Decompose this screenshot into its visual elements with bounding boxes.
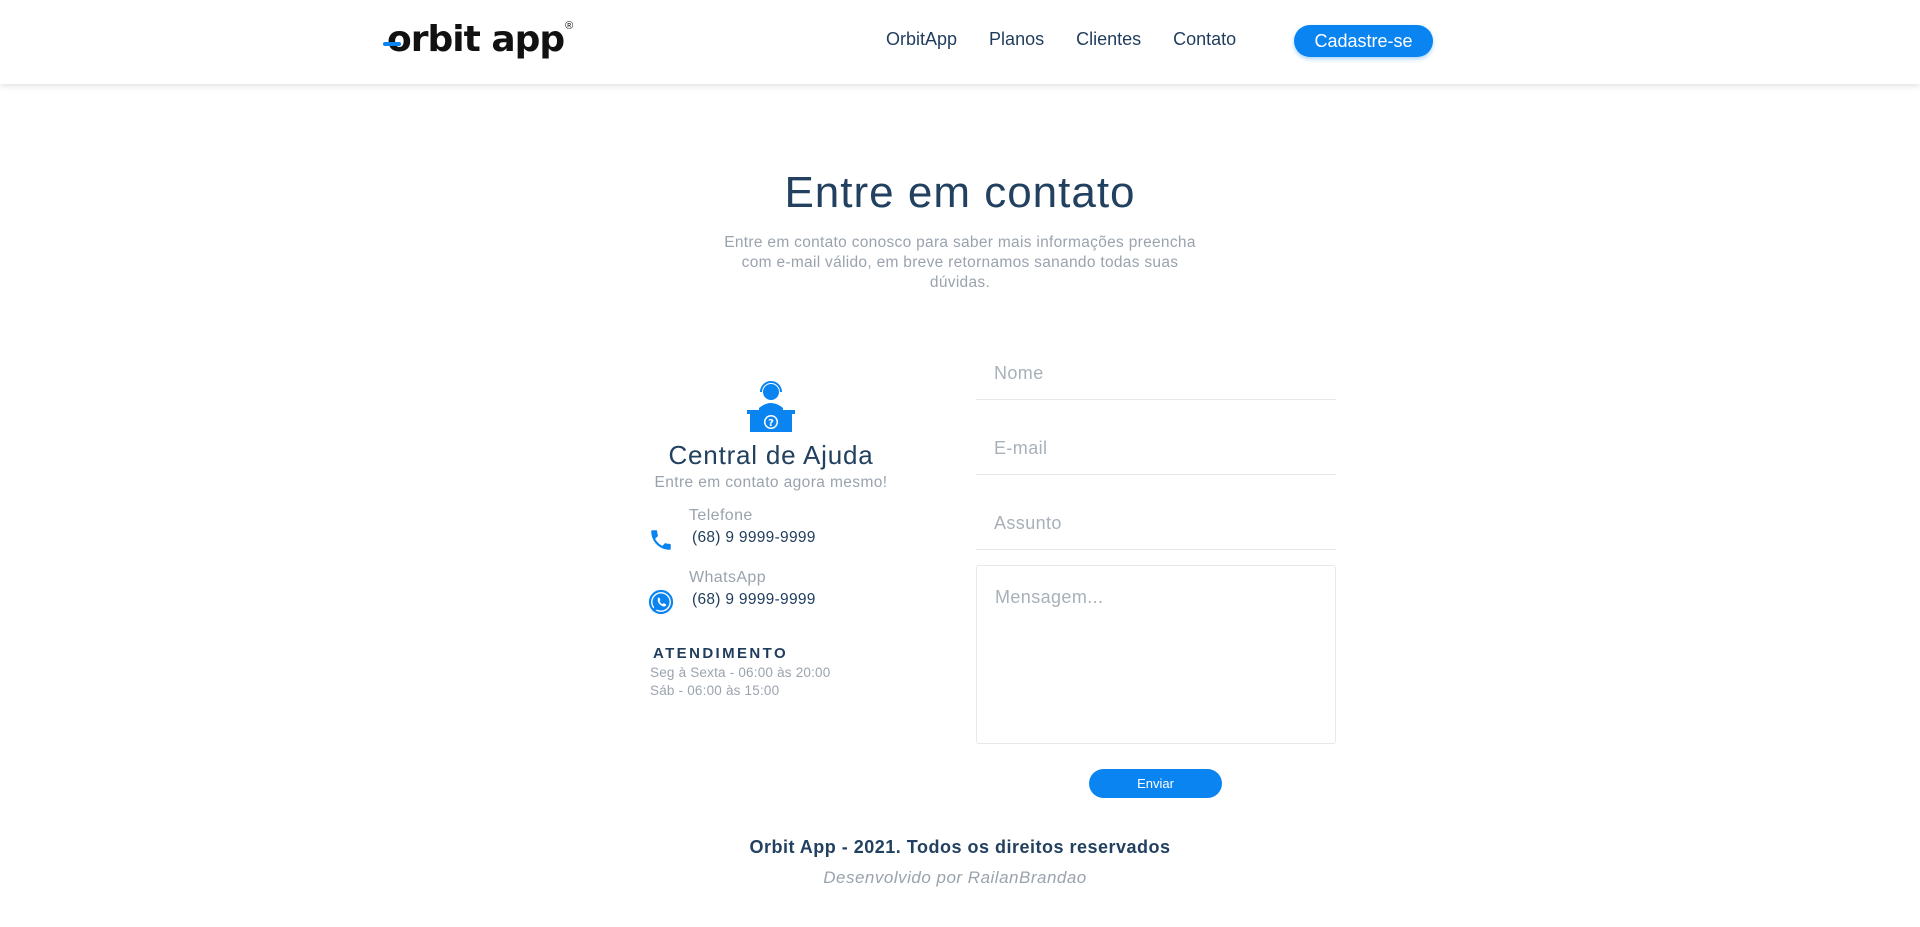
footer-credit: Desenvolvido por RailanBrandao [823,868,1087,887]
main-nav: OrbitApp Planos Clientes Contato [886,26,1268,52]
svg-text:?: ? [768,418,774,429]
phone-number[interactable]: (68) 9 9999-9999 [692,529,816,547]
orbit-app-logo[interactable]: orbit app ® [383,18,574,62]
logo-text: orbit app [387,19,565,60]
page-title: Entre em contato [784,168,1136,217]
name-field[interactable] [976,348,1336,400]
help-center-subtitle: Entre em contato agora mesmo! [654,474,888,491]
contact-phone: Telefone (68) 9 9999-9999 [648,507,908,557]
service-hours-saturday: Sáb - 06:00 às 15:00 [650,683,780,698]
contact-label: WhatsApp [689,569,767,586]
logo-mark: orbit app [383,18,565,62]
nav-link-planos[interactable]: Planos [989,26,1044,52]
footer-copyright: Orbit App - 2021. Todos os direitos rese… [749,837,1171,857]
contact-label: Telefone [689,507,753,524]
whatsapp-number[interactable]: (68) 9 9999-9999 [692,591,816,609]
help-center-title: Central de Ajuda [668,440,874,470]
logo-orbit-bar [383,42,401,46]
send-button[interactable]: Enviar [1089,769,1222,798]
registered-mark: ® [565,20,574,32]
nav-link-contato[interactable]: Contato [1173,26,1236,52]
signup-button[interactable]: Cadastre-se [1294,25,1433,57]
whatsapp-icon [648,589,674,615]
email-field[interactable] [976,423,1336,475]
service-hours-title: ATENDIMENTO [653,645,789,662]
nav-link-orbitapp[interactable]: OrbitApp [886,26,957,52]
subject-field[interactable] [976,498,1336,550]
support-agent-icon: ? [747,381,795,432]
page-subtitle: Entre em contato conosco para saber mais… [724,234,1196,291]
service-hours-weekdays: Seg à Sexta - 06:00 às 20:00 [650,665,831,680]
contact-whatsapp: WhatsApp (68) 9 9999-9999 [648,569,908,619]
phone-icon [651,530,671,550]
message-field[interactable] [976,565,1336,744]
nav-link-clientes[interactable]: Clientes [1076,26,1141,52]
top-header: orbit app ® OrbitApp Planos Clientes Con… [0,0,1920,84]
